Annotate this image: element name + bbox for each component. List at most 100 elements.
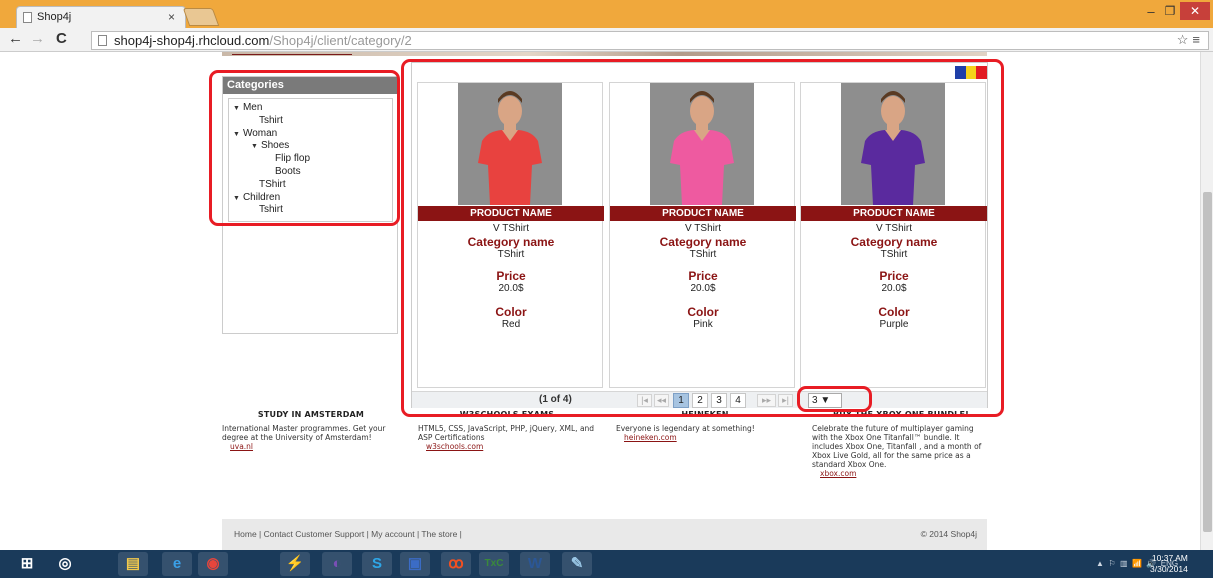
- category-tree-node[interactable]: ▼ Children: [233, 192, 280, 203]
- category-name-label: Category name: [467, 235, 555, 249]
- product-color: Red: [501, 319, 521, 330]
- expand-triangle-icon[interactable]: ▼: [233, 195, 240, 202]
- category-label: Flip flop: [275, 153, 311, 165]
- category-tree-node[interactable]: Boots: [275, 166, 301, 177]
- page-number-button[interactable]: 3: [711, 393, 727, 408]
- last-page-button[interactable]: ▸|: [778, 394, 793, 407]
- forward-arrow-icon[interactable]: →: [30, 31, 45, 47]
- browser-titlebar: Shop4j × – ❐ ✕: [0, 0, 1213, 28]
- header-banner-link[interactable]: [232, 52, 352, 55]
- product-category: TShirt: [689, 249, 717, 260]
- browser-tab[interactable]: Shop4j ×: [16, 6, 186, 28]
- category-tree-node[interactable]: Tshirt: [259, 115, 283, 126]
- category-tree-node[interactable]: TShirt: [259, 179, 286, 190]
- skype-icon[interactable]: S: [362, 552, 392, 576]
- next-page-button[interactable]: ▸▸: [757, 394, 776, 407]
- category-tree-node[interactable]: Flip flop: [275, 153, 310, 164]
- product-name-label: PRODUCT NAME: [801, 206, 987, 221]
- expand-triangle-icon[interactable]: ▼: [233, 131, 240, 138]
- sponsor-link[interactable]: heineken.com: [616, 433, 794, 442]
- eclipse-icon[interactable]: ◐: [322, 552, 352, 576]
- texmaker-icon[interactable]: TxC: [479, 552, 509, 576]
- product-color: Pink: [693, 319, 713, 330]
- internet-explorer-icon[interactable]: e: [162, 552, 192, 576]
- product-card[interactable]: PRODUCT NAME V TShirt Category name TShirt P…: [609, 82, 796, 388]
- sponsor-text: International Master programmes. Get you…: [222, 424, 386, 442]
- product-category: TShirt: [497, 249, 525, 260]
- file-explorer-icon[interactable]: ▤: [118, 552, 148, 576]
- clock[interactable]: 10:37 AM 3/30/2014: [1150, 553, 1188, 575]
- category-tree-node[interactable]: ▼ Woman: [233, 128, 277, 139]
- color-label: Color: [687, 305, 719, 319]
- sponsor-column: BUY THE XBOX ONE BUNDLE! Celebrate the fu…: [812, 410, 990, 478]
- product-image[interactable]: [458, 83, 562, 205]
- color-label: Color: [878, 305, 910, 319]
- category-tree-node[interactable]: ▼ Shoes: [251, 140, 289, 151]
- xampp-icon[interactable]: ꝏ: [441, 552, 471, 576]
- category-label: Children: [242, 191, 281, 203]
- product-image[interactable]: [650, 83, 754, 205]
- word-icon[interactable]: W: [520, 552, 550, 576]
- categories-sidebar: Categories ▼ Men Tshirt ▼ Woman ▼ Shoes Flip fl…: [222, 76, 398, 334]
- chrome-icon[interactable]: ◉: [198, 552, 228, 576]
- flag-stripe: [955, 66, 966, 79]
- page-number-button[interactable]: 2: [692, 393, 708, 408]
- product-name: V TShirt: [876, 223, 912, 234]
- first-page-button[interactable]: |◂: [637, 394, 652, 407]
- paint-icon[interactable]: ✎: [562, 552, 592, 576]
- color-label: Color: [495, 305, 527, 319]
- tab-close-icon[interactable]: ×: [168, 10, 175, 24]
- category-name-label: Category name: [659, 235, 747, 249]
- new-tab-button[interactable]: [182, 8, 220, 26]
- sponsor-column: W3SCHOOLS EXAMS HTML5, CSS, JavaScript, P…: [418, 410, 596, 451]
- paginator: (1 of 4) |◂ ◂◂ 1234 ▸▸ ▸| 3 ▼: [412, 391, 987, 408]
- sponsor-title: STUDY IN AMSTERDAM: [257, 410, 365, 419]
- expand-triangle-icon[interactable]: ▼: [233, 105, 240, 112]
- page-icon: [23, 12, 32, 23]
- copyright: © 2014 Shop4j: [920, 529, 977, 539]
- minimize-window-icon[interactable]: –: [1142, 4, 1160, 20]
- sponsor-title: W3SCHOOLS EXAMS: [459, 410, 555, 419]
- price-label: Price: [496, 269, 526, 283]
- sponsor-link[interactable]: uva.nl: [222, 442, 400, 451]
- save-app-icon[interactable]: ▣: [400, 552, 430, 576]
- close-window-icon[interactable]: ✕: [1180, 2, 1210, 20]
- address-bar[interactable]: shop4j-shop4j.rhcloud.com/Shop4j/client/…: [91, 31, 1209, 50]
- sponsor-link[interactable]: w3schools.com: [418, 442, 596, 451]
- product-name-label: PRODUCT NAME: [610, 206, 796, 221]
- rows-per-page-select[interactable]: 3 ▼: [808, 393, 842, 408]
- back-arrow-icon[interactable]: ←: [8, 31, 23, 47]
- category-tree-node[interactable]: Tshirt: [259, 204, 283, 215]
- product-card[interactable]: PRODUCT NAME V TShirt Category name TShirt P…: [800, 82, 987, 388]
- page-info: (1 of 4): [539, 394, 572, 405]
- reload-icon[interactable]: C: [56, 31, 67, 47]
- browser-toolbar: ← → C shop4j-shop4j.rhcloud.com/Shop4j/c…: [0, 28, 1213, 52]
- page-number-button[interactable]: 1: [673, 393, 689, 408]
- web-page: Categories ▼ Men Tshirt ▼ Woman ▼ Shoes Flip fl…: [0, 52, 1213, 550]
- page-number-button[interactable]: 4: [730, 393, 746, 408]
- footer-links[interactable]: Home | Contact Customer Support | My acc…: [234, 529, 462, 539]
- product-image[interactable]: [841, 83, 945, 205]
- page-icon: [98, 35, 107, 46]
- bookmark-menu-icons[interactable]: ☆≡: [1177, 32, 1204, 48]
- product-name: V TShirt: [493, 223, 529, 234]
- sponsor-text: Celebrate the future of multiplayer gami…: [812, 424, 982, 469]
- maximize-window-icon[interactable]: ❐: [1161, 4, 1179, 20]
- search-icon[interactable]: ◎: [50, 552, 80, 576]
- category-label: Boots: [275, 166, 301, 177]
- product-price: 20.0$: [881, 283, 907, 294]
- windows-taskbar: ⊞ ◎ ▤ e ◉ ⚡ ◐ S ▣ ꝏ TxC W ✎ ▲ ⚐ ▥ 📶 🔊 ENG 10:37 AM 3…: [0, 550, 1213, 578]
- network-tool-icon[interactable]: ⚡: [280, 552, 310, 576]
- category-label: Tshirt: [259, 204, 283, 216]
- expand-triangle-icon[interactable]: ▼: [251, 143, 258, 150]
- sponsor-link[interactable]: xbox.com: [812, 469, 990, 478]
- language-flag-icon[interactable]: [955, 66, 988, 79]
- product-price: 20.0$: [498, 283, 524, 294]
- page-scrollbar[interactable]: [1200, 52, 1213, 550]
- content-column: Categories ▼ Men Tshirt ▼ Woman ▼ Shoes Flip fl…: [222, 52, 990, 550]
- scrollbar-thumb[interactable]: [1203, 192, 1212, 532]
- product-card[interactable]: PRODUCT NAME V TShirt Category name TShirt P…: [417, 82, 604, 388]
- start-icon[interactable]: ⊞: [12, 552, 42, 576]
- category-tree-node[interactable]: ▼ Men: [233, 102, 262, 113]
- prev-page-button[interactable]: ◂◂: [654, 394, 669, 407]
